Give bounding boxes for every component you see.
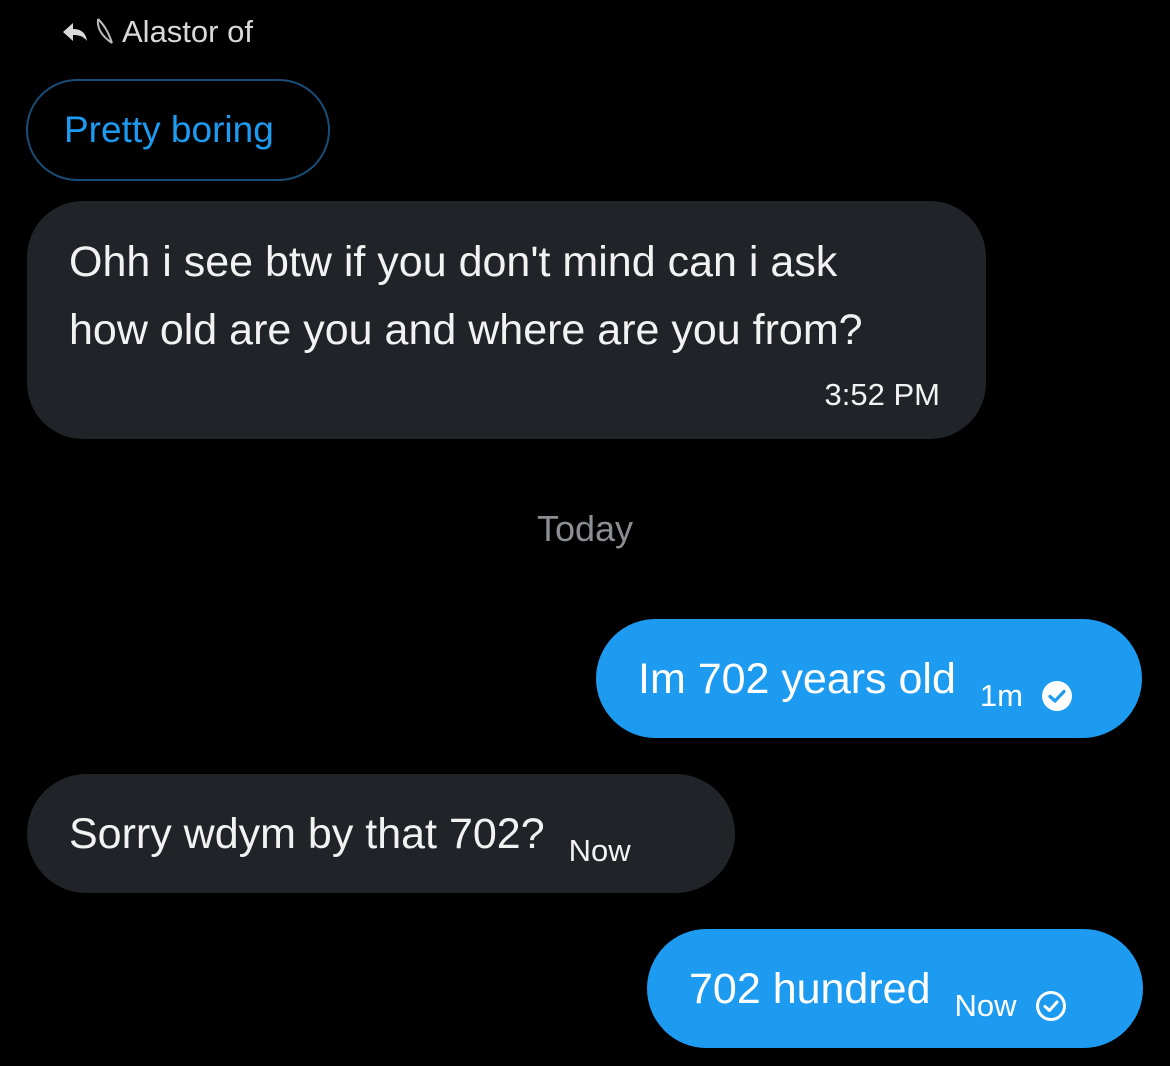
reply-context[interactable]: Alastor of (62, 12, 253, 52)
message-timestamp: Now (568, 833, 631, 868)
seen-check-icon (1041, 680, 1073, 712)
message-text: Im 702 years old (638, 654, 956, 703)
message-text: 702 hundred (689, 964, 931, 1013)
quoted-message-text: Pretty boring (64, 109, 274, 150)
message-timestamp: 3:52 PM (824, 377, 940, 412)
received-message-bubble[interactable]: Ohh i see btw if you don't mind can i as… (27, 201, 986, 439)
message-timestamp: Now (954, 988, 1017, 1023)
sent-message-bubble[interactable]: 702 hundred Now (647, 929, 1143, 1048)
quoted-message[interactable]: Pretty boring (26, 79, 330, 181)
message-text: Sorry wdym by that 702? (69, 809, 545, 858)
reply-context-name: Alastor of (122, 14, 253, 49)
sent-check-icon (1035, 990, 1067, 1022)
day-separator: Today (536, 508, 634, 549)
message-timestamp: 1m (979, 678, 1023, 713)
message-line-2: how old are you and where are you from? (69, 306, 863, 354)
message-line-1: Ohh i see btw if you don't mind can i as… (69, 238, 838, 286)
reply-arrow-icon (62, 21, 88, 43)
received-message-bubble[interactable]: Sorry wdym by that 702? Now (27, 774, 735, 893)
sent-message-bubble[interactable]: Im 702 years old 1m (596, 619, 1142, 738)
leaf-icon (94, 17, 116, 47)
